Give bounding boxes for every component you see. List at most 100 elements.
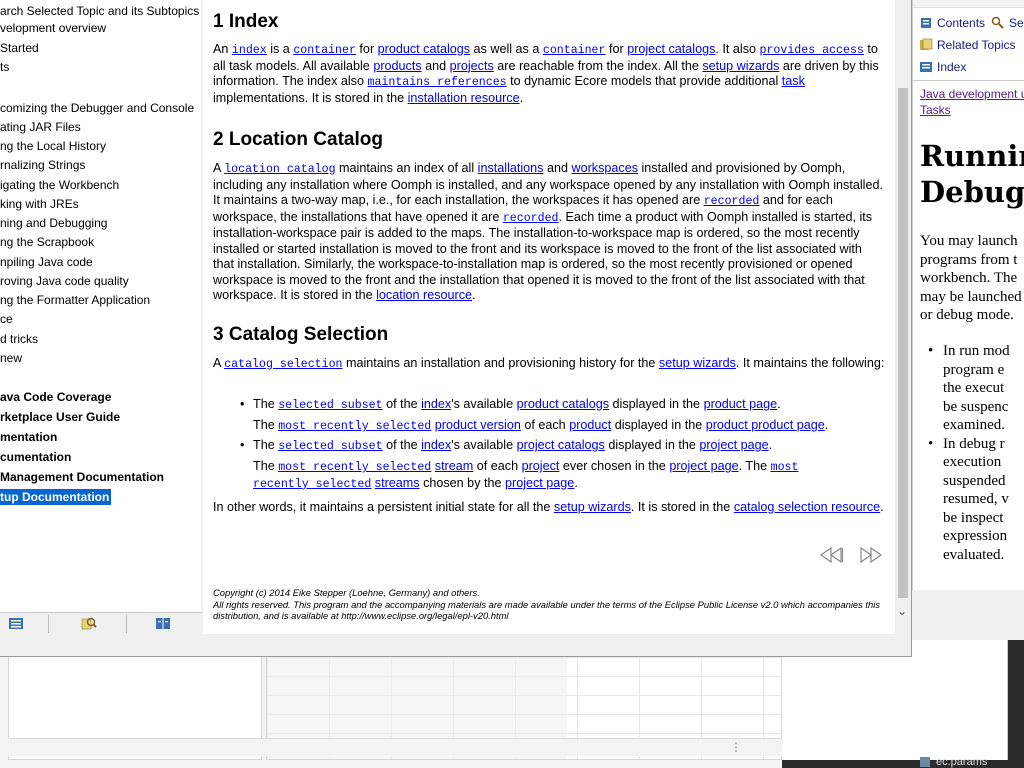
inline-link[interactable]: projects	[450, 59, 494, 73]
inline-link[interactable]: container	[293, 42, 356, 57]
toc-item[interactable]: velopment overview	[0, 20, 106, 36]
inline-link[interactable]: provides access	[760, 42, 864, 57]
vertical-scrollbar[interactable]: ⌄	[895, 0, 911, 634]
copyright-footer: Copyright (c) 2014 Eike Stepper (Loehne,…	[213, 587, 885, 622]
summary-paragraph: In other words, it maintains a persisten…	[213, 500, 884, 514]
inline-link[interactable]: task	[782, 74, 805, 88]
toc-item[interactable]: ng the Local History	[0, 138, 106, 154]
tab-search-label: Se	[1009, 16, 1024, 30]
toc-item[interactable]: new	[0, 350, 22, 366]
search-selected-topic-label[interactable]: arch Selected Topic and its Subtopics	[0, 4, 199, 18]
inline-link[interactable]: catalog selection	[224, 356, 342, 371]
chevron-down-icon[interactable]: ⌄	[897, 604, 907, 618]
inline-link[interactable]: product version	[435, 418, 521, 432]
toc-item[interactable]: rnalizing Strings	[0, 157, 85, 173]
inline-link[interactable]: setup wizards	[702, 59, 779, 73]
tab-search[interactable]: Se	[991, 14, 1024, 32]
help-view-toolbar	[913, 0, 1024, 8]
tab-related-topics[interactable]: Related Topics	[919, 36, 1016, 54]
bookmarks-icon[interactable]	[155, 616, 171, 631]
breadcrumb-link-java-development[interactable]: Java development u	[920, 86, 1024, 102]
inline-link[interactable]: project page	[699, 438, 768, 452]
toc-item[interactable]: rketplace User Guide	[0, 409, 120, 425]
inline-link[interactable]: most recently selected	[278, 418, 431, 433]
inline-link[interactable]: most recently selected	[278, 459, 431, 474]
inline-link[interactable]: index	[421, 397, 451, 411]
para-line: may be launched	[920, 288, 1022, 305]
inline-link[interactable]: product catalogs	[378, 42, 470, 56]
list-line: be inspect	[943, 509, 1004, 526]
inline-link[interactable]: container	[543, 42, 606, 57]
inline-link[interactable]: selected subset	[278, 438, 382, 453]
inline-link[interactable]: location resource	[376, 288, 472, 302]
inline-link[interactable]: project catalogs	[517, 438, 605, 452]
toc-item[interactable]: ating JAR Files	[0, 119, 81, 135]
list-line: execution	[943, 454, 1002, 470]
toc-item[interactable]: tup Documentation	[0, 489, 112, 505]
toc-item[interactable]: ning and Debugging	[0, 215, 107, 231]
inline-link[interactable]: project catalogs	[627, 42, 715, 56]
inline-link[interactable]: maintains references	[367, 74, 506, 89]
list-item: The selected subset of the index's avail…	[240, 397, 781, 414]
inline-link[interactable]: selected subset	[278, 397, 382, 412]
toc-item[interactable]: ng the Formatter Application	[0, 292, 150, 308]
toc-item[interactable]: comizing the Debugger and Console	[0, 100, 194, 116]
inline-link[interactable]: product product page	[706, 418, 825, 432]
toc-item[interactable]: ava Code Coverage	[0, 389, 111, 405]
list-item-detail: The most recently selected product versi…	[253, 418, 829, 433]
mode-list: In run mod program e the execut be suspe…	[928, 342, 1010, 564]
toc-item[interactable]: cumentation	[0, 449, 71, 465]
tab-index-label: Index	[937, 60, 967, 74]
toc-item[interactable]: ce	[0, 311, 13, 327]
toc-item[interactable]: Management Documentation	[0, 469, 164, 485]
inline-link[interactable]: index	[232, 42, 267, 57]
background-status-bar: ⋮	[8, 738, 782, 756]
inline-link[interactable]: installation resource	[408, 91, 520, 105]
toc-toolbar	[0, 612, 201, 634]
file-label[interactable]: ec.params	[936, 756, 987, 768]
inline-link[interactable]: location catalog	[224, 161, 335, 176]
inline-link[interactable]: recorded	[503, 210, 559, 225]
contents-icon[interactable]	[8, 616, 24, 631]
tab-contents[interactable]: Contents	[919, 14, 985, 32]
inline-link[interactable]: product catalogs	[517, 397, 609, 411]
toc-item[interactable]: ng the Scrapbook	[0, 234, 94, 250]
resize-grip-icon[interactable]: ⋮	[730, 741, 742, 753]
inline-link[interactable]: project page	[505, 476, 574, 490]
toc-item[interactable]: king with JREs	[0, 196, 79, 212]
toc-item[interactable]: ts	[0, 59, 9, 75]
inline-link[interactable]: stream	[435, 459, 474, 473]
inline-link[interactable]: workspaces	[572, 161, 639, 175]
scrollbar-thumb[interactable]	[898, 88, 908, 598]
list-line: examined.	[943, 417, 1006, 433]
inline-link[interactable]: index	[421, 438, 451, 452]
inline-link[interactable]: setup wizards	[554, 500, 631, 514]
search-icon[interactable]	[81, 616, 97, 631]
inline-link[interactable]: recorded	[704, 193, 760, 208]
inline-link[interactable]: project page	[669, 459, 738, 473]
inline-link[interactable]: products	[373, 59, 421, 73]
inline-link[interactable]: catalog selection resource	[734, 500, 880, 514]
breadcrumb: Java development u Tasks	[920, 86, 1024, 118]
toc-item[interactable]: Started	[0, 40, 39, 56]
inline-link[interactable]: product	[569, 418, 611, 432]
tab-index[interactable]: Index	[919, 58, 966, 76]
toc-item[interactable]: mentation	[0, 429, 57, 445]
section-heading-location-catalog: 2 Location Catalog	[213, 129, 383, 150]
toc-item[interactable]: npiling Java code	[0, 254, 93, 270]
breadcrumb-link-tasks[interactable]: Tasks	[920, 102, 1024, 118]
inline-link[interactable]: streams	[375, 476, 420, 490]
page-title-line2: Debugg	[920, 175, 1024, 209]
tab-contents-label: Contents	[937, 16, 986, 30]
location-catalog-paragraph: A location catalog maintains an index of…	[213, 161, 883, 302]
inline-link[interactable]: setup wizards	[659, 356, 736, 370]
inline-link[interactable]: installations	[478, 161, 544, 175]
toc-item[interactable]: d tricks	[0, 331, 38, 347]
inline-link[interactable]: product page	[704, 397, 778, 411]
toc-item[interactable]: igating the Workbench	[0, 177, 119, 193]
next-page-icon[interactable]	[857, 546, 883, 564]
inline-link[interactable]: project	[522, 459, 560, 473]
previous-page-icon[interactable]	[819, 546, 845, 564]
divider	[913, 80, 1024, 81]
toc-item[interactable]: roving Java code quality	[0, 273, 129, 289]
